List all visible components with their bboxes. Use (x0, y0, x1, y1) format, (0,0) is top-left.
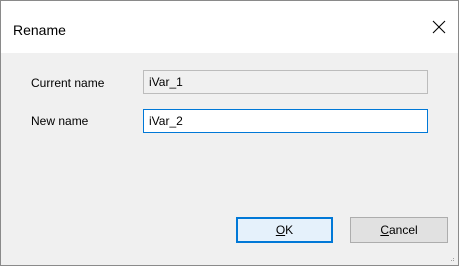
dialog-title: Rename (13, 22, 66, 38)
ok-mnemonic: O (275, 223, 286, 237)
current-name-field[interactable] (143, 70, 428, 94)
close-button[interactable] (422, 12, 456, 42)
title-bar: Rename (1, 1, 458, 53)
cancel-label-rest: ancel (388, 223, 418, 237)
dialog-body: Current name New name OK Cancel (1, 53, 458, 265)
new-name-input[interactable] (143, 109, 428, 133)
cancel-button[interactable]: Cancel (350, 217, 448, 243)
cancel-mnemonic: C (380, 223, 389, 237)
rename-dialog: Rename Current name New name OK Cancel (0, 0, 459, 266)
resize-grip-icon[interactable] (449, 256, 455, 262)
close-icon (432, 20, 446, 34)
current-name-label: Current name (31, 76, 105, 90)
ok-button[interactable]: OK (236, 217, 333, 243)
new-name-label: New name (31, 114, 89, 128)
ok-label-rest: K (285, 223, 294, 237)
